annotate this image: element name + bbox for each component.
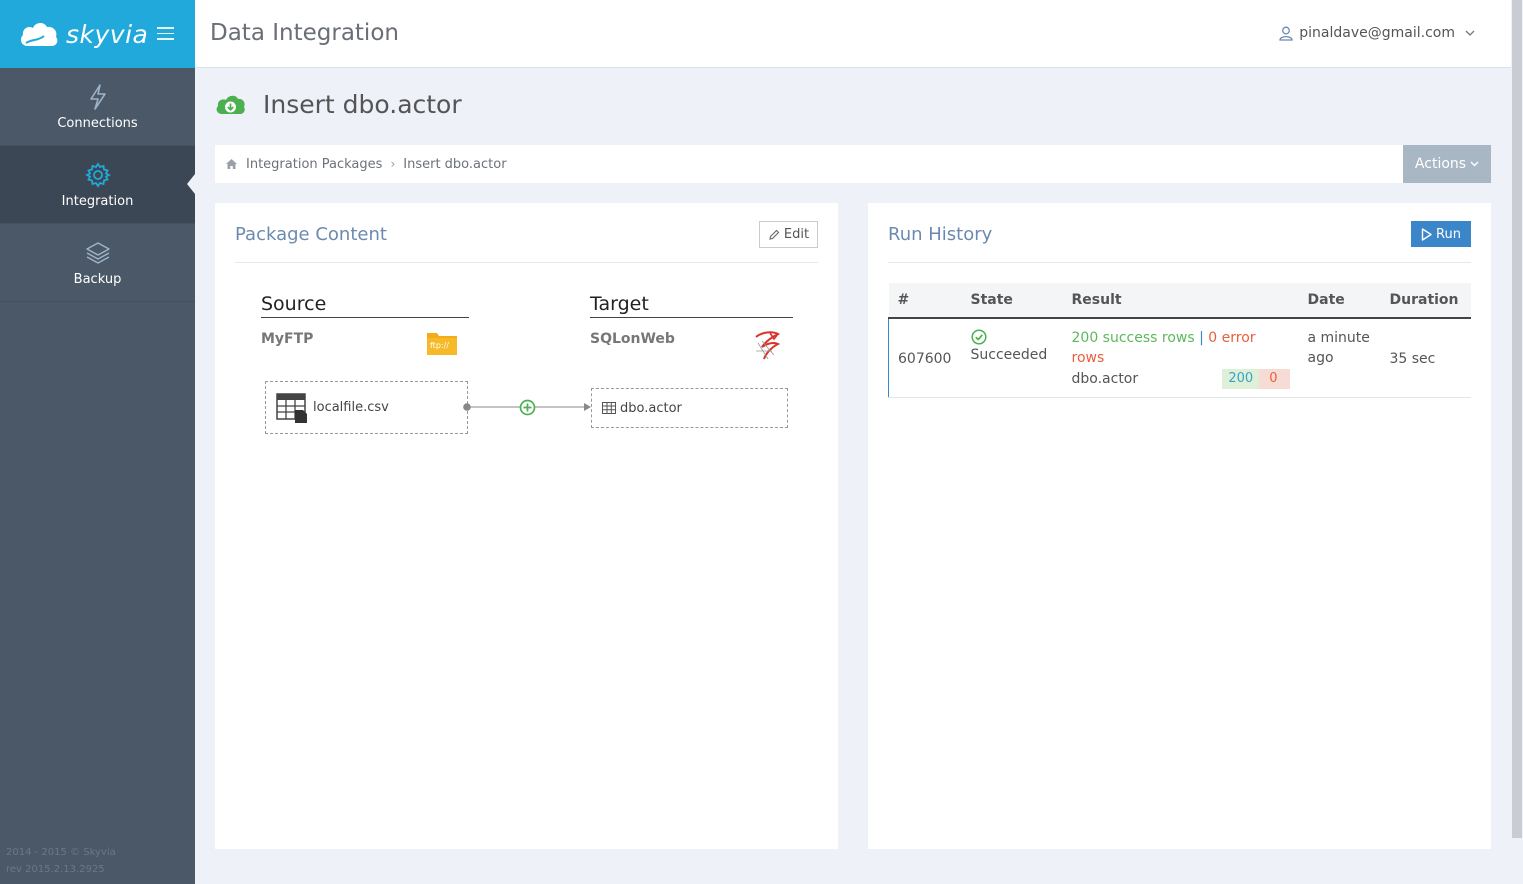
csv-file-icon — [276, 392, 307, 423]
target-connection[interactable]: SQLonWeb — [590, 331, 675, 347]
table-icon — [602, 402, 616, 414]
ftp-folder-icon: ftp:// — [426, 330, 458, 356]
brand-name: skyvia — [66, 19, 149, 49]
sidebar-footer: 2014 - 2015 © Skyvia rev 2015.2.13.2925 — [6, 844, 116, 878]
user-menu[interactable]: pinaldave@gmail.com — [1279, 25, 1475, 41]
gear-icon — [84, 160, 111, 188]
result-object: dbo.actor — [1071, 370, 1139, 387]
home-icon[interactable] — [225, 158, 238, 170]
run-button[interactable]: Run — [1411, 221, 1471, 247]
run-id[interactable]: 607600 — [888, 318, 962, 398]
result-separator: | — [1199, 330, 1204, 346]
lightning-icon — [88, 82, 108, 110]
pencil-icon — [769, 229, 780, 240]
ftp-icon-label: ftp:// — [430, 341, 449, 350]
panel-title: Package Content — [235, 224, 387, 245]
chevron-right-icon: › — [390, 157, 396, 171]
column-header-result[interactable]: Result — [1062, 283, 1299, 319]
target-object-name: dbo.actor — [620, 400, 682, 416]
sidebar-item-integration[interactable]: Integration — [0, 146, 195, 224]
header-title: Data Integration — [210, 20, 399, 46]
column-header-duration[interactable]: Duration — [1380, 283, 1471, 319]
breadcrumb-link-packages[interactable]: Integration Packages — [246, 157, 382, 172]
divider — [235, 262, 818, 263]
table-header-row: # State Result Date Duration — [888, 283, 1471, 319]
run-state: Succeeded — [970, 347, 1048, 363]
user-email: pinaldave@gmail.com — [1299, 25, 1455, 41]
success-count-badge: 200 — [1222, 369, 1260, 389]
edit-button[interactable]: Edit — [759, 221, 818, 248]
sidebar-item-backup[interactable]: Backup — [0, 224, 195, 302]
error-count-badge: 0 — [1259, 369, 1290, 389]
edit-label: Edit — [783, 227, 810, 242]
success-rows-link[interactable]: 200 success rows — [1072, 330, 1195, 346]
cloud-download-icon — [216, 95, 245, 114]
sidebar: skyvia Connections Integration Backup 20… — [0, 0, 195, 884]
revision-text: rev 2015.2.13.2925 — [6, 864, 105, 875]
run-date-suffix: ago — [1307, 350, 1334, 366]
top-header: Data Integration pinaldave@gmail.com — [195, 0, 1511, 68]
source-heading: Source — [261, 293, 469, 318]
run-history-table: # State Result Date Duration 607600 Succ… — [888, 283, 1471, 398]
actions-label: Actions — [1414, 156, 1467, 172]
menu-toggle-icon[interactable] — [157, 27, 174, 44]
run-state-cell: Succeeded — [961, 318, 1063, 398]
add-mapping-icon[interactable] — [519, 399, 536, 416]
divider — [888, 262, 1471, 263]
page-header: Insert dbo.actor — [215, 90, 462, 119]
run-label: Run — [1436, 226, 1461, 242]
brand-bar: skyvia — [0, 0, 195, 68]
page-title: Insert dbo.actor — [263, 90, 462, 119]
chevron-down-icon — [1470, 161, 1479, 167]
breadcrumb-bar: Integration Packages › Insert dbo.actor … — [215, 145, 1491, 183]
source-connection[interactable]: MyFTP — [261, 331, 313, 347]
source-object-box[interactable]: localfile.csv — [265, 381, 468, 434]
run-date-cell: a minute ago — [1298, 318, 1381, 398]
column-header-state[interactable]: State — [961, 283, 1063, 319]
column-header-date[interactable]: Date — [1298, 283, 1381, 319]
run-date: a minute — [1307, 330, 1370, 346]
play-icon — [1421, 227, 1432, 241]
breadcrumb-current: Insert dbo.actor — [403, 156, 507, 172]
breadcrumb: Integration Packages › Insert dbo.actor — [215, 157, 507, 172]
layers-icon — [85, 238, 111, 266]
logo[interactable]: skyvia — [18, 19, 148, 49]
column-header-id[interactable]: # — [888, 283, 962, 319]
user-icon — [1279, 26, 1293, 41]
scrollbar-thumb[interactable] — [1512, 0, 1522, 838]
panel-title: Run History — [888, 224, 993, 245]
run-result-cell: 200 success rows | 0 error rows dbo.acto… — [1062, 318, 1299, 398]
run-history-panel: Run History Run # State Result Date Dura… — [868, 203, 1491, 849]
check-circle-icon — [970, 329, 987, 345]
table-row[interactable]: 607600 Succeeded 200 success rows | 0 er… — [888, 318, 1471, 398]
target-object-box[interactable]: dbo.actor — [591, 388, 788, 428]
source-object-name: localfile.csv — [313, 400, 389, 415]
sidebar-item-label: Integration — [61, 194, 134, 209]
run-duration: 35 sec — [1380, 318, 1471, 398]
cloud-logo-icon — [20, 22, 58, 46]
chevron-down-icon — [1465, 30, 1475, 36]
sql-server-icon — [755, 331, 781, 360]
actions-button[interactable]: Actions — [1403, 145, 1491, 183]
package-content-panel: Package Content Edit Source MyFTP ftp://… — [215, 203, 838, 849]
sidebar-item-connections[interactable]: Connections — [0, 68, 195, 146]
page-scrollbar[interactable] — [1511, 0, 1523, 884]
sidebar-item-label: Connections — [57, 116, 138, 131]
sidebar-item-label: Backup — [73, 272, 122, 287]
target-heading: Target — [590, 293, 793, 318]
copyright-text: 2014 - 2015 © Skyvia — [6, 847, 116, 858]
